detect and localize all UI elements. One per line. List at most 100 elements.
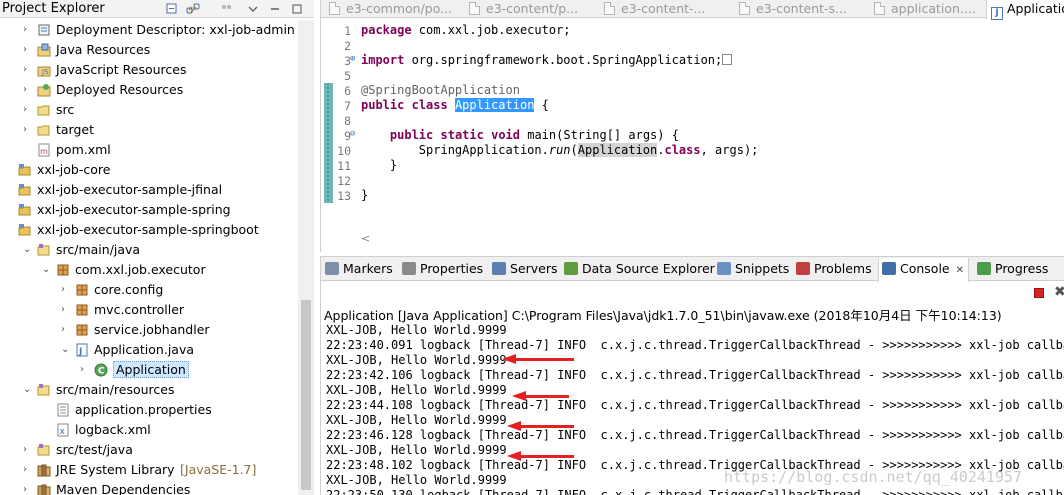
code-line[interactable]: 5 — [321, 68, 1064, 83]
collapsed-chevron-icon[interactable]: › — [23, 24, 33, 36]
collapsed-chevron-icon[interactable]: › — [61, 304, 71, 316]
scroll-left-arrow-icon[interactable]: < — [361, 232, 370, 245]
filter-icon[interactable] — [220, 2, 234, 16]
tree-item[interactable]: xxl-job-executor-sample-jfinal — [0, 180, 298, 200]
code-line[interactable]: 3 ⊕ import org.springframework.boot.Spring… — [321, 53, 1064, 68]
expanded-chevron-icon[interactable]: ⌄ — [23, 244, 33, 256]
tree-item[interactable]: › src — [0, 100, 298, 120]
editor-tab[interactable]: e3-content-... — [596, 0, 705, 18]
view-tab-problems[interactable]: Problems — [796, 261, 872, 279]
code-area[interactable]: 1 package com.xxl.job.executor; 2 3 ⊕ import … — [321, 20, 1064, 230]
collapsed-chevron-icon[interactable]: › — [80, 364, 90, 376]
tree-item[interactable]: › target — [0, 120, 298, 140]
view-tab-progress[interactable]: Progress — [977, 261, 1048, 279]
project-icon — [18, 224, 31, 236]
code-line[interactable]: 10 SpringApplication.run(Application.cla… — [321, 143, 1064, 158]
view-tab-console[interactable]: Console ✕ — [878, 258, 970, 282]
expanded-chevron-icon[interactable]: ⌄ — [61, 344, 71, 356]
tree-item[interactable]: › Deployed Resources — [0, 80, 298, 100]
tree-item[interactable]: ⌄ J Application.java — [0, 340, 298, 360]
collapsed-chevron-icon[interactable]: › — [23, 484, 33, 495]
terminate-button[interactable] — [1034, 288, 1044, 298]
project-explorer-title[interactable]: Project Explorer — [2, 1, 105, 16]
tree-item[interactable]: › Maven Dependencies — [0, 480, 298, 495]
line-number: 13 — [337, 189, 351, 203]
tree-item[interactable]: ⌄ com.xxl.job.executor — [0, 260, 298, 280]
red-arrow-icon — [502, 354, 576, 364]
code-text: package com.xxl.job.executor; — [361, 23, 571, 37]
tree-item[interactable]: x logback.xml — [0, 420, 298, 440]
view-tab-properties[interactable]: Properties — [402, 261, 483, 279]
remove-launch-button[interactable]: ✖ — [1054, 284, 1064, 300]
editor-tab[interactable]: e3-content/p... — [461, 0, 578, 18]
tree-item-label: xxl-job-core — [37, 162, 111, 177]
xml-file-icon: x — [57, 423, 69, 437]
view-tab-snippets[interactable]: Snippets — [717, 261, 789, 279]
collapsed-chevron-icon[interactable]: › — [23, 444, 33, 456]
tree-item[interactable]: › core.config — [0, 280, 298, 300]
code-text: public class Application { — [361, 98, 549, 112]
tree-item[interactable]: › Java Resources — [0, 40, 298, 60]
view-tab-data-source-explorer[interactable]: Data Source Explorer — [564, 261, 715, 279]
line-number: 10 — [337, 144, 351, 158]
collapse-all-icon[interactable] — [165, 2, 179, 16]
link-with-editor-icon[interactable] — [186, 2, 200, 16]
collapsed-chevron-icon[interactable]: › — [23, 124, 33, 136]
view-tab-servers[interactable]: Servers — [492, 261, 558, 279]
editor-tab[interactable]: e3-content-s... — [731, 0, 847, 18]
code-line[interactable]: 7 public class Application { — [321, 98, 1064, 113]
collapsed-chevron-icon[interactable]: › — [23, 44, 33, 56]
minimize-icon[interactable] — [268, 2, 282, 16]
code-line[interactable]: 8 — [321, 113, 1064, 128]
fold-expand-icon[interactable]: ⊕ — [350, 54, 355, 64]
collapsed-chevron-icon[interactable]: › — [23, 464, 33, 476]
maximize-icon[interactable] — [290, 2, 304, 16]
code-line[interactable]: 1 package com.xxl.job.executor; — [321, 23, 1064, 38]
tree-item[interactable]: xxl-job-core — [0, 160, 298, 180]
package-icon — [76, 284, 88, 296]
tree-item[interactable]: › service.jobhandler — [0, 320, 298, 340]
tree-item[interactable]: › src/test/java — [0, 440, 298, 460]
tree-item[interactable]: xxl-job-executor-sample-springboot — [0, 220, 298, 240]
tree-item[interactable]: ⌄ src/main/java — [0, 240, 298, 260]
tree-item[interactable]: application.properties — [0, 400, 298, 420]
collapsed-chevron-icon[interactable]: › — [23, 64, 33, 76]
tree-item[interactable]: › Deployment Descriptor: xxl-job-admin — [0, 20, 298, 40]
tree-item-label: application.properties — [75, 402, 212, 417]
tree-item[interactable]: › mvc.controller — [0, 300, 298, 320]
view-menu-chevron-down-icon[interactable] — [246, 2, 260, 16]
collapsed-chevron-icon[interactable]: › — [61, 324, 71, 336]
servers-icon — [492, 262, 506, 275]
explorer-scrollbar-thumb[interactable] — [301, 300, 311, 490]
expanded-chevron-icon[interactable]: ⌄ — [23, 384, 33, 396]
tree-item[interactable]: xxl-job-executor-sample-spring — [0, 200, 298, 220]
collapsed-chevron-icon[interactable]: › — [23, 104, 33, 116]
view-tab-markers[interactable]: Markers — [325, 261, 393, 279]
tree-item[interactable]: › JS JavaScript Resources — [0, 60, 298, 80]
close-tab-icon[interactable]: ✕ — [956, 265, 964, 276]
code-line[interactable]: 12 — [321, 173, 1064, 188]
editor-horizontal-scrollbar[interactable]: < — [361, 232, 1061, 246]
editor-tab[interactable]: application.... — [866, 0, 976, 18]
tree-item-label: src/main/resources — [56, 382, 175, 397]
collapsed-chevron-icon[interactable]: › — [61, 284, 71, 296]
tree-item[interactable]: › JRE System Library [JavaSE-1.7] — [0, 460, 298, 480]
library-icon — [37, 464, 51, 477]
tree-item[interactable]: ⌄ src/main/resources — [0, 380, 298, 400]
code-line[interactable]: 9 ⊖ public static void main(String[] args… — [321, 128, 1064, 143]
code-line[interactable]: 11 } — [321, 158, 1064, 173]
code-line[interactable]: 2 — [321, 38, 1064, 53]
explorer-vertical-scrollbar[interactable] — [298, 20, 314, 495]
package-icon — [76, 304, 88, 316]
code-line[interactable]: 6 @SpringBootApplication — [321, 83, 1064, 98]
editor-tab[interactable]: e3-common/po... — [321, 0, 452, 18]
expanded-chevron-icon[interactable]: ⌄ — [42, 264, 52, 276]
snippets-icon — [717, 262, 731, 275]
java-editor: e3-common/po... e3-content/p... e3-content… — [320, 0, 1064, 252]
collapsed-chevron-icon[interactable]: › — [23, 84, 33, 96]
code-line[interactable]: 13} — [321, 188, 1064, 203]
editor-tab[interactable]: J Applicatio — [986, 0, 1064, 20]
tree-item[interactable]: › C Application — [0, 360, 298, 380]
tree-item[interactable]: m pom.xml — [0, 140, 298, 160]
fold-collapse-icon[interactable]: ⊖ — [350, 129, 355, 139]
